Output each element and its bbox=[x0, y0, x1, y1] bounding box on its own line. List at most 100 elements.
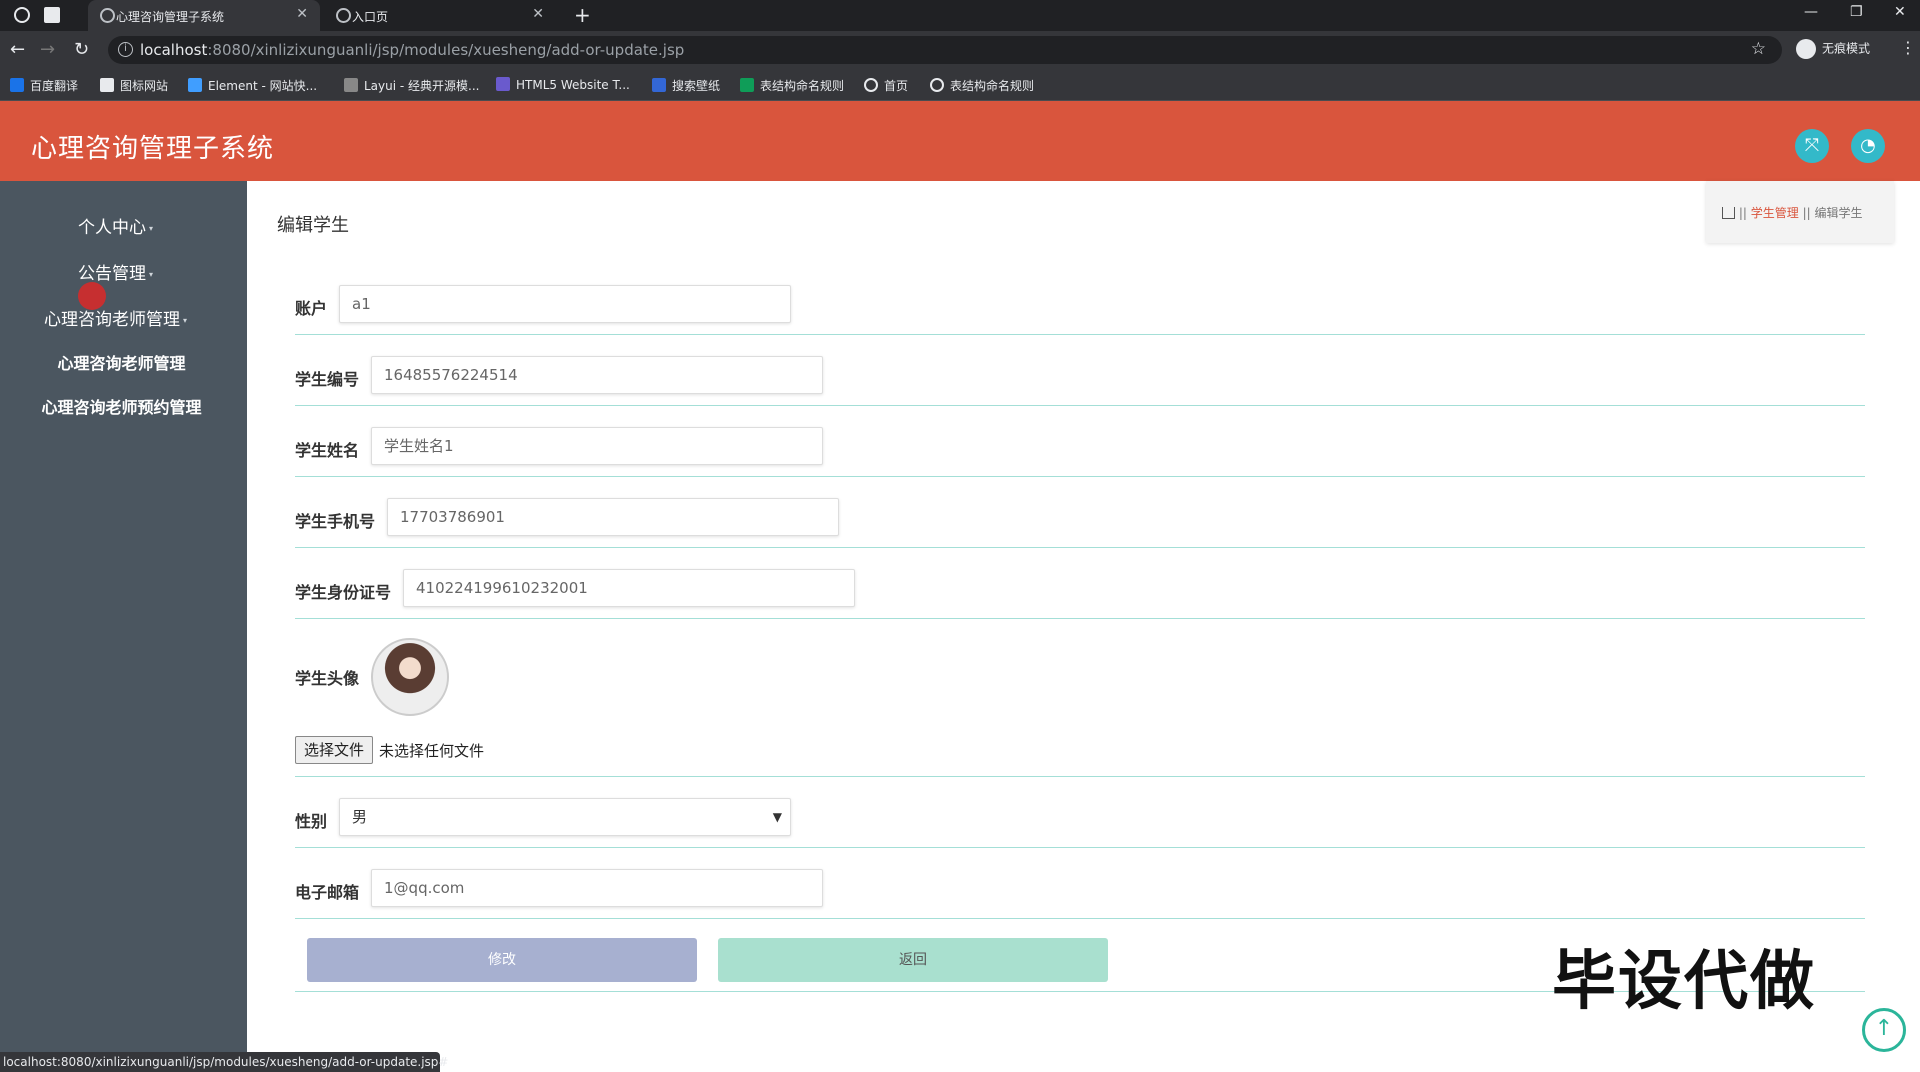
tab-title: 心理咨询管理子系统 bbox=[116, 10, 225, 24]
sidebar-item-label: 公告管理 bbox=[77, 264, 146, 284]
id-card-input[interactable]: 410224199610232001 bbox=[403, 569, 855, 607]
address-bar[interactable]: i localhost:8080/xinlizixunguanli/jsp/mo… bbox=[108, 36, 1782, 64]
bookmark-label: 首页 bbox=[884, 79, 909, 93]
incognito-indicator[interactable]: 无痕模式 bbox=[1796, 39, 1870, 59]
back-button[interactable]: 返回 bbox=[718, 938, 1108, 982]
account-label: 账户 bbox=[295, 299, 328, 318]
choose-file-button[interactable]: 选择文件 bbox=[295, 736, 374, 764]
browser-toolbar: ← → ↻ i localhost:8080/xinlizixunguanli/… bbox=[0, 31, 1920, 69]
student-name-label: 学生姓名 bbox=[295, 441, 360, 460]
sidebar-subitem-appointment[interactable]: 心理咨询老师预约管理 bbox=[0, 394, 245, 418]
sidebar-item-notice[interactable]: 公告管理 ▾ bbox=[0, 259, 239, 284]
email-input[interactable]: 1@qq.com bbox=[371, 869, 823, 907]
url-host: localhost bbox=[140, 41, 208, 59]
phone-input[interactable]: 17703786901 bbox=[387, 498, 839, 536]
wallpaper-icon bbox=[652, 78, 666, 92]
new-tab-button[interactable]: + bbox=[574, 3, 591, 27]
breadcrumb-current: 编辑学生 bbox=[1814, 206, 1863, 220]
user-icon[interactable]: ◔ bbox=[1851, 129, 1885, 163]
bookmark-item[interactable]: 图标网站 bbox=[100, 77, 168, 94]
phone-label: 学生手机号 bbox=[295, 512, 376, 531]
form-row-student-name: 学生姓名 学生姓名1 bbox=[295, 407, 1865, 477]
bookmark-item[interactable]: 首页 bbox=[864, 77, 908, 94]
url-path: :8080/xinlizixunguanli/jsp/modules/xuesh… bbox=[207, 41, 685, 59]
form-row-phone: 学生手机号 17703786901 bbox=[295, 478, 1865, 548]
tab-title: 入口页 bbox=[352, 10, 389, 24]
bookmark-item[interactable]: Layui - 经典开源模... bbox=[344, 77, 479, 94]
bookmark-item[interactable]: 搜索壁纸 bbox=[652, 77, 720, 94]
sheet-icon bbox=[740, 78, 754, 92]
back-to-top-icon[interactable]: ↑ bbox=[1862, 1008, 1906, 1052]
tab-active[interactable]: 心理咨询管理子系统 ✕ bbox=[88, 0, 320, 31]
caret-icon: ▾ bbox=[182, 315, 187, 325]
bookmark-item[interactable]: 表结构命名规则 bbox=[930, 77, 1034, 94]
email-label: 电子邮箱 bbox=[295, 883, 360, 902]
form-row-student-no: 学生编号 16485576224514 bbox=[295, 336, 1865, 406]
reload-icon[interactable]: ↻ bbox=[74, 39, 89, 60]
form-row-account: 账户 a1 bbox=[295, 243, 1865, 335]
breadcrumb-link[interactable]: 学生管理 bbox=[1751, 206, 1799, 220]
breadcrumb-separator: || bbox=[1802, 206, 1815, 220]
bookmark-label: 百度翻译 bbox=[30, 79, 79, 93]
bookmark-label: 搜索壁纸 bbox=[672, 79, 721, 93]
app-title: 心理咨询管理子系统 bbox=[31, 134, 275, 164]
breadcrumb-inner: || 学生管理 || 编辑学生 bbox=[1722, 204, 1863, 221]
student-no-label: 学生编号 bbox=[295, 370, 360, 389]
bookmark-item[interactable]: HTML5 Website T... bbox=[496, 77, 630, 92]
forward-arrow-icon[interactable]: → bbox=[40, 39, 55, 60]
main-content: 编辑学生 || 学生管理 || 编辑学生 账户 a1 学生编号 16485576… bbox=[247, 181, 1920, 1052]
watermark-text: 毕设代做 bbox=[1552, 945, 1816, 1019]
site-info-icon[interactable]: i bbox=[118, 42, 133, 57]
minimize-icon[interactable]: — bbox=[1804, 4, 1818, 20]
back-arrow-icon[interactable]: ← bbox=[10, 39, 25, 60]
restore-icon[interactable]: ❐ bbox=[1850, 4, 1863, 20]
bookmark-item[interactable]: 表结构命名规则 bbox=[740, 77, 844, 94]
browser-logo-icon[interactable] bbox=[14, 7, 30, 23]
incognito-label: 无痕模式 bbox=[1822, 41, 1871, 56]
window-icon[interactable] bbox=[44, 7, 60, 23]
form-row-email: 电子邮箱 1@qq.com bbox=[295, 849, 1865, 919]
bookmark-label: 表结构命名规则 bbox=[760, 79, 845, 93]
sidebar-item-label: 心理咨询老师管理 bbox=[43, 310, 180, 330]
app-header: 心理咨询管理子系统 ⤧ ◔ bbox=[0, 101, 1920, 181]
account-input[interactable]: a1 bbox=[339, 285, 791, 323]
sidebar-item-personal-center[interactable]: 个人中心 ▾ bbox=[0, 213, 239, 238]
chevron-down-icon: ▼ bbox=[772, 810, 782, 824]
layui-icon bbox=[344, 78, 358, 92]
browser-tab-bar: 心理咨询管理子系统 ✕ 入口页 ✕ + — ❐ ✕ bbox=[0, 0, 1920, 31]
sidebar-item-label: 个人中心 bbox=[77, 218, 146, 238]
gender-label: 性别 bbox=[295, 812, 328, 831]
bookmark-item[interactable]: Element - 网站快... bbox=[188, 77, 317, 94]
fullscreen-icon[interactable]: ⤧ bbox=[1795, 129, 1829, 163]
page-title: 编辑学生 bbox=[277, 215, 349, 236]
id-card-label: 学生身份证号 bbox=[295, 583, 392, 602]
flag-icon bbox=[100, 78, 114, 92]
bookmark-star-icon[interactable]: ☆ bbox=[1751, 39, 1766, 59]
breadcrumb: || 学生管理 || 编辑学生 bbox=[1706, 181, 1894, 243]
browser-menu-icon[interactable]: ⋮ bbox=[1900, 38, 1916, 57]
gender-select[interactable]: 男 ▼ bbox=[339, 798, 791, 836]
tab-entry-page[interactable]: 入口页 ✕ bbox=[324, 0, 556, 31]
sidebar-subitem-teacher[interactable]: 心理咨询老师管理 bbox=[0, 350, 245, 374]
student-no-input[interactable]: 16485576224514 bbox=[371, 356, 823, 394]
close-window-icon[interactable]: ✕ bbox=[1894, 4, 1906, 20]
bookmark-item[interactable]: 百度翻译 bbox=[10, 77, 78, 94]
gender-value: 男 bbox=[352, 808, 368, 826]
tab-favicon-icon bbox=[100, 8, 115, 23]
incognito-icon bbox=[1796, 39, 1816, 59]
sidebar-item-teacher-group[interactable]: 心理咨询老师管理 ▾ bbox=[0, 305, 239, 330]
tab-close-icon[interactable]: ✕ bbox=[296, 6, 308, 22]
tab-close-icon[interactable]: ✕ bbox=[532, 6, 544, 22]
bookmark-label: 图标网站 bbox=[120, 79, 169, 93]
home-icon[interactable] bbox=[1722, 207, 1735, 219]
student-name-input[interactable]: 学生姓名1 bbox=[371, 427, 823, 465]
bookmark-label: 表结构命名规则 bbox=[950, 79, 1035, 93]
bookmark-label: Element - 网站快... bbox=[208, 79, 318, 93]
mouse-cursor-indicator bbox=[78, 282, 106, 310]
caret-icon: ▾ bbox=[148, 269, 153, 279]
sidebar: 个人中心 ▾ 公告管理 ▾ 心理咨询老师管理 ▾ 心理咨询老师管理 心理咨询老师预约管… bbox=[0, 181, 247, 1052]
submit-button[interactable]: 修改 bbox=[307, 938, 697, 982]
globe-icon bbox=[930, 78, 944, 92]
globe-icon bbox=[864, 78, 878, 92]
status-bar: localhost:8080/xinlizixunguanli/jsp/modu… bbox=[0, 1052, 448, 1072]
